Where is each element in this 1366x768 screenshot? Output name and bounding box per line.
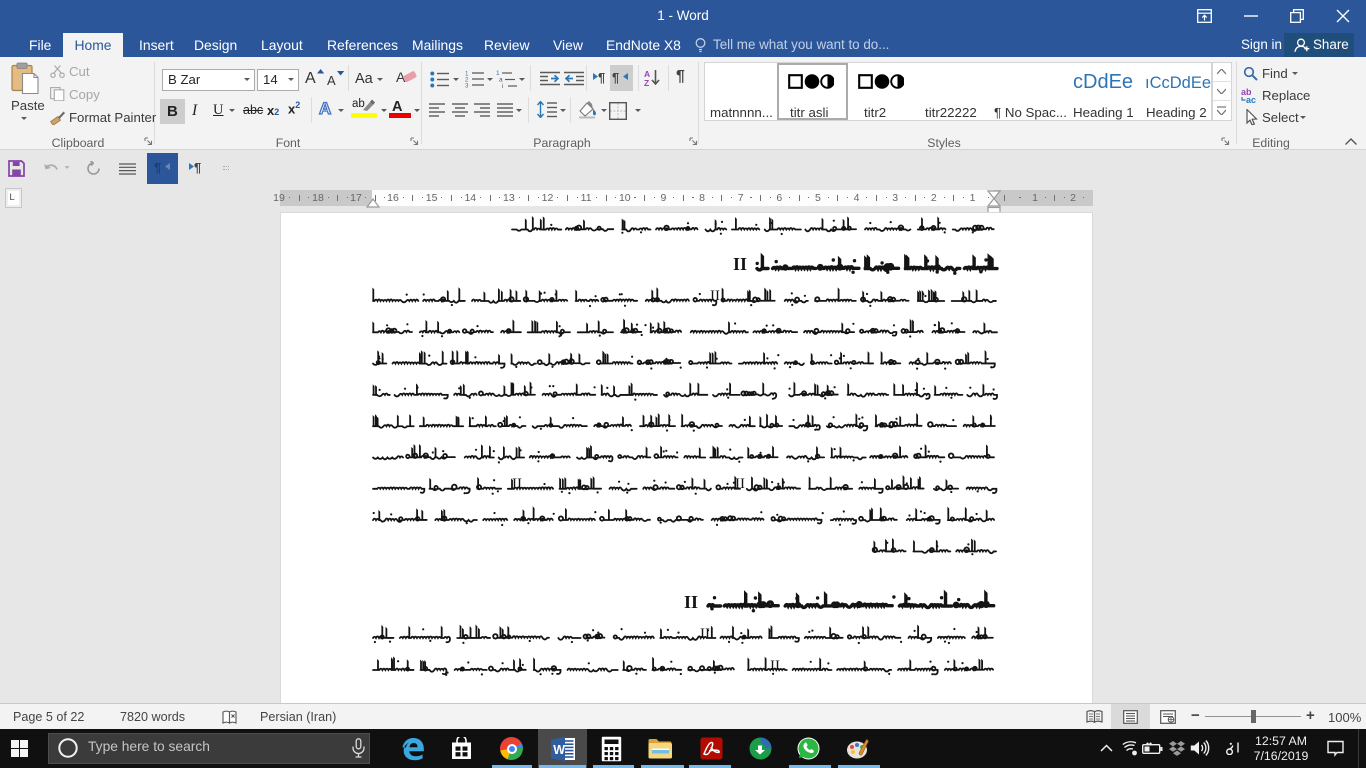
svg-text:3: 3 — [465, 83, 469, 89]
svg-text:i: i — [502, 83, 503, 88]
svg-text:ac: ac — [1246, 95, 1256, 104]
svg-text:W: W — [553, 743, 565, 757]
svg-text:Z: Z — [644, 78, 649, 88]
svg-text:¶: ¶ — [612, 71, 619, 85]
svg-text:¶: ¶ — [598, 71, 605, 85]
